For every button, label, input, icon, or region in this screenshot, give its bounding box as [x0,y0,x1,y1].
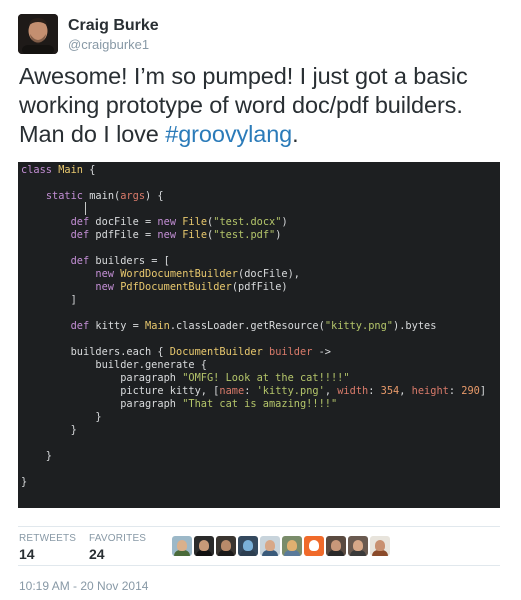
code-line: picture kitty, [name: 'kitty.png', width… [21,385,487,397]
code-line: paragraph "OMFG! Look at the cat!!!!" [21,372,350,384]
code-line: paragraph "That cat is amazing!!!!" [21,398,338,410]
favoriter-avatar[interactable] [370,536,390,556]
favoriter-avatar[interactable] [282,536,302,556]
code-line: builders.each { DocumentBuilder builder … [21,346,332,358]
favoriter-avatar[interactable] [238,536,258,556]
favoriter-avatar[interactable] [348,536,368,556]
code-line: } [21,411,102,423]
favoriter-avatar[interactable] [326,536,346,556]
author-name[interactable]: Craig Burke [68,17,159,35]
code-line: } [21,450,52,462]
retweets-label[interactable]: RETWEETS [19,533,76,544]
code-screenshot-image[interactable]: class Main { static main(args) { def doc… [18,162,500,508]
favoriter-face [331,540,341,551]
code-line: def pdfFile = new File("test.pdf") [70,229,282,241]
code-line: builder.generate { [21,359,207,371]
code-line: new PdfDocumentBuilder(pdfFile) [95,281,288,293]
tweet-card: Craig Burke @craigburke1 Awesome! I’m so… [0,0,521,600]
code-line: } [21,424,77,436]
favoriter-face [353,540,363,551]
hashtag-link[interactable]: #groovylang [165,121,292,147]
favoriter-avatar[interactable] [304,536,324,556]
favoriter-face [375,540,385,551]
favoriter-face [287,540,297,551]
favoriter-face [243,540,253,551]
code-line: static main(args) { [45,190,164,202]
tweet-timestamp[interactable]: 10:19 AM - 20 Nov 2014 [19,579,148,593]
favorites-count[interactable]: 24 [89,546,105,562]
stats-top-divider [18,526,500,527]
favorites-label[interactable]: FAVORITES [89,533,146,544]
code-line: ] [21,294,77,306]
code-line: def kitty = Main.classLoader.getResource… [70,320,437,332]
tweet-text-end: . [292,121,299,147]
stats-bottom-divider [18,565,500,566]
favoriter-avatar[interactable] [194,536,214,556]
favoriter-avatar[interactable] [260,536,280,556]
favoriter-face [265,540,275,551]
favoriter-face [309,540,319,551]
author-avatar[interactable] [18,14,58,54]
tweet-text: Awesome! I’m so pumped! I just got a bas… [19,62,509,149]
favoriter-face [199,540,209,551]
author-handle[interactable]: @craigburke1 [68,37,149,52]
code-line: class Main { [21,164,96,176]
code-block: class Main { static main(args) { def doc… [21,164,486,489]
favoriter-face [177,540,187,551]
code-line: def builders = [ [70,255,170,267]
code-line: } [21,476,28,488]
favoriter-face [221,540,231,551]
favoriter-avatar[interactable] [172,536,192,556]
code-line: new WordDocumentBuilder(docFile), [95,268,301,280]
code-line: def docFile = new File("test.docx") [70,216,288,228]
retweets-count[interactable]: 14 [19,546,35,562]
favoriter-avatar[interactable] [216,536,236,556]
